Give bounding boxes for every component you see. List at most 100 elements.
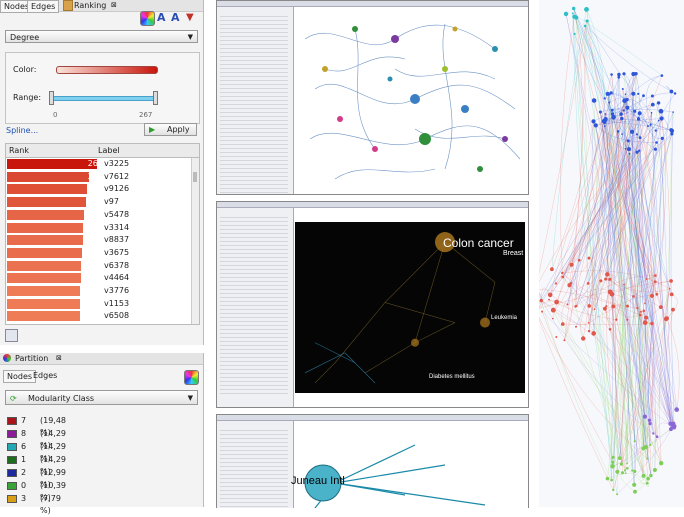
- network-node[interactable]: [610, 478, 613, 482]
- network-node[interactable]: [626, 467, 629, 470]
- color-swatch[interactable]: [7, 443, 17, 451]
- network-node[interactable]: [645, 278, 648, 280]
- network-node[interactable]: [655, 141, 658, 144]
- network-node[interactable]: [668, 421, 673, 426]
- network-node[interactable]: [645, 481, 649, 485]
- network-node[interactable]: [649, 293, 655, 298]
- network-node[interactable]: [611, 304, 616, 309]
- range-slider-track[interactable]: [51, 96, 157, 101]
- network-node[interactable]: [637, 92, 640, 95]
- network-node[interactable]: [660, 74, 664, 77]
- table-row[interactable]: 157 v3675: [7, 247, 193, 258]
- network-node[interactable]: [672, 111, 674, 113]
- table-row[interactable]: 167 v5478: [7, 209, 193, 220]
- network-node[interactable]: [655, 435, 659, 439]
- network-node[interactable]: [624, 147, 627, 150]
- network-node[interactable]: [575, 325, 577, 328]
- network-node[interactable]: [611, 115, 616, 120]
- network-node[interactable]: [561, 275, 565, 279]
- range-min-handle[interactable]: [49, 91, 54, 105]
- network-node[interactable]: [650, 321, 654, 326]
- network-node[interactable]: [599, 279, 603, 283]
- network-node[interactable]: [625, 105, 630, 110]
- network-node[interactable]: [607, 289, 613, 295]
- network-node[interactable]: [649, 443, 652, 446]
- color-ranking-icon[interactable]: [140, 11, 155, 26]
- network-node[interactable]: [642, 309, 646, 313]
- graph-canvas-3[interactable]: Juneau Intl: [291, 435, 525, 508]
- network-node[interactable]: [669, 279, 673, 283]
- network-node[interactable]: [552, 317, 554, 320]
- color-swatch[interactable]: [7, 495, 17, 503]
- network-node[interactable]: [572, 6, 576, 11]
- table-row[interactable]: 160 v8837: [7, 234, 193, 246]
- close-icon[interactable]: ⊠: [111, 0, 117, 11]
- network-node[interactable]: [586, 282, 590, 285]
- network-node[interactable]: [610, 112, 615, 116]
- network-node[interactable]: [611, 455, 615, 459]
- network-node[interactable]: [658, 108, 664, 114]
- network-node[interactable]: [610, 73, 613, 76]
- network-node[interactable]: [608, 277, 612, 281]
- network-node[interactable]: [621, 88, 624, 90]
- network-node[interactable]: [671, 307, 675, 312]
- network-node[interactable]: [638, 313, 642, 317]
- network-node[interactable]: [637, 116, 640, 119]
- network-node[interactable]: [648, 422, 652, 426]
- network-node[interactable]: [591, 119, 596, 124]
- column-rank[interactable]: Rank: [9, 144, 29, 157]
- network-node[interactable]: [593, 308, 596, 311]
- network-node[interactable]: [625, 472, 627, 475]
- network-node[interactable]: [584, 6, 589, 12]
- network-node[interactable]: [647, 125, 649, 128]
- network-node[interactable]: [631, 91, 636, 96]
- network-node[interactable]: [646, 457, 649, 460]
- network-node[interactable]: [670, 132, 674, 136]
- network-node[interactable]: [581, 336, 586, 341]
- network-node[interactable]: [641, 473, 646, 478]
- network-node[interactable]: [603, 306, 607, 311]
- table-row[interactable]: 151 v6378: [7, 260, 193, 271]
- network-node[interactable]: [650, 111, 653, 114]
- network-node[interactable]: [647, 418, 652, 422]
- network-node[interactable]: [642, 414, 647, 419]
- network-node[interactable]: [619, 462, 623, 466]
- network-node[interactable]: [644, 315, 649, 320]
- network-node[interactable]: [652, 468, 657, 472]
- network-node[interactable]: [628, 152, 631, 155]
- network-node[interactable]: [617, 75, 621, 79]
- network-node[interactable]: [653, 147, 657, 151]
- network-node[interactable]: [541, 310, 544, 313]
- network-node[interactable]: [563, 339, 566, 342]
- network-node[interactable]: [630, 129, 635, 134]
- spline-link[interactable]: Spline...: [6, 126, 38, 135]
- close-icon[interactable]: ⊠: [56, 353, 62, 364]
- network-node[interactable]: [672, 426, 676, 430]
- network-node[interactable]: [547, 292, 553, 298]
- network-node[interactable]: [619, 112, 623, 116]
- network-node[interactable]: [633, 109, 637, 113]
- label-color-icon[interactable]: ▼: [186, 12, 194, 23]
- network-node[interactable]: [569, 282, 573, 285]
- label-size-icon[interactable]: A: [171, 11, 180, 24]
- network-node[interactable]: [623, 283, 625, 286]
- network-node[interactable]: [548, 298, 550, 301]
- network-node[interactable]: [658, 305, 663, 309]
- network-node[interactable]: [624, 93, 627, 95]
- network-node[interactable]: [605, 91, 610, 96]
- network-node[interactable]: [638, 149, 641, 152]
- network-node[interactable]: [603, 125, 606, 128]
- color-swatch[interactable]: [7, 469, 17, 477]
- network-node[interactable]: [604, 277, 608, 281]
- scrollbar-thumb[interactable]: [193, 172, 197, 182]
- network-node[interactable]: [642, 94, 645, 98]
- partition-attribute-select[interactable]: ⟳ Modularity Class ▼: [5, 390, 198, 405]
- network-node[interactable]: [610, 108, 614, 112]
- network-node[interactable]: [577, 258, 581, 262]
- network-node[interactable]: [623, 469, 626, 472]
- graph-canvas-2[interactable]: Colon cancer Breast Leukemia Diabetes me…: [295, 222, 525, 393]
- network-node[interactable]: [669, 128, 675, 133]
- network-node[interactable]: [635, 133, 639, 136]
- network-node[interactable]: [583, 24, 587, 28]
- network-node[interactable]: [608, 101, 611, 104]
